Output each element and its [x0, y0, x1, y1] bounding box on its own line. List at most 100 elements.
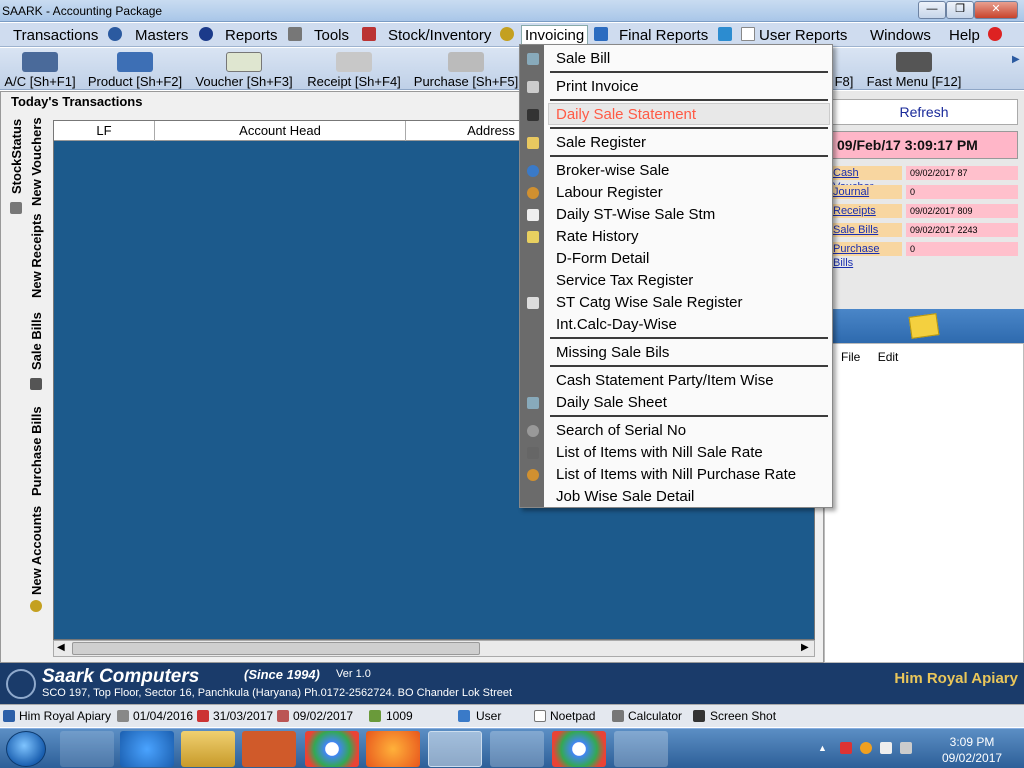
- maximize-button[interactable]: ❐: [946, 1, 974, 19]
- menu-final-reports[interactable]: Final Reports: [619, 27, 708, 44]
- cash-voucher-link[interactable]: Cash Voucher: [832, 166, 902, 193]
- receipts-link[interactable]: Receipts: [832, 204, 902, 218]
- menu-windows[interactable]: Windows: [870, 27, 931, 44]
- product-button[interactable]: Product [Sh+F2]: [86, 48, 184, 90]
- menu-help[interactable]: Help: [949, 27, 980, 44]
- status-notepad[interactable]: Noetpad: [550, 709, 595, 723]
- menu-tools[interactable]: Tools: [314, 27, 349, 44]
- taskbar-explorer-icon[interactable]: [181, 731, 235, 767]
- menuitem-nill-purchase-rate[interactable]: List of Items with Nill Purchase Rate: [556, 466, 796, 483]
- taskbar-media-icon[interactable]: [242, 731, 296, 767]
- taskbar-windows-icon[interactable]: [60, 731, 114, 767]
- menu-stock-inventory[interactable]: Stock/Inventory: [388, 27, 491, 44]
- vertical-tabs: StockStatus New Vouchers New Receipts Sa…: [5, 112, 51, 642]
- tab-new-accounts[interactable]: New Accounts: [29, 504, 44, 596]
- close-button[interactable]: ✕: [974, 1, 1018, 19]
- company-address: SCO 197, Top Floor, Sector 16, Panchkula…: [42, 687, 513, 699]
- st-wise-icon: [527, 209, 539, 221]
- help-icon: [988, 27, 1002, 41]
- menuitem-daily-sale-statement[interactable]: Daily Sale Statement: [556, 106, 696, 123]
- menuitem-sale-bill[interactable]: Sale Bill: [556, 50, 610, 67]
- status-user[interactable]: User: [476, 709, 501, 723]
- menu-transactions[interactable]: Transactions: [13, 27, 98, 44]
- notepad-edit-menu[interactable]: Edit: [878, 350, 899, 364]
- tray-arrow-icon[interactable]: ▲: [818, 743, 827, 753]
- tab-sale-bills[interactable]: Sale Bills: [29, 308, 44, 374]
- col-lf[interactable]: LF: [54, 123, 154, 138]
- voucher-button[interactable]: Voucher [Sh+F3]: [194, 48, 294, 90]
- menuitem-daily-sale-sheet[interactable]: Daily Sale Sheet: [556, 394, 667, 411]
- receipt-button[interactable]: Receipt [Sh+F4]: [305, 48, 403, 90]
- tray-volume-icon[interactable]: [900, 742, 912, 754]
- journal-link[interactable]: Journal: [832, 185, 902, 199]
- taskbar-calculator-icon[interactable]: [490, 731, 544, 767]
- minimize-button[interactable]: —: [918, 1, 946, 19]
- tab-new-vouchers[interactable]: New Vouchers: [29, 114, 44, 210]
- menuitem-cash-statement-party-item-wise[interactable]: Cash Statement Party/Item Wise: [556, 372, 774, 389]
- scroll-right-arrow[interactable]: ▶: [801, 642, 809, 653]
- taskbar-control-panel-icon[interactable]: [614, 731, 668, 767]
- broker-icon: [527, 165, 539, 177]
- menuitem-d-form-detail[interactable]: D-Form Detail: [556, 250, 649, 267]
- menu-reports[interactable]: Reports: [225, 27, 278, 44]
- section-title: Today's Transactions: [11, 94, 143, 109]
- menuitem-int-calc-day-wise[interactable]: Int.Calc-Day-Wise: [556, 316, 677, 333]
- accounts-icon: [30, 600, 42, 612]
- menuitem-print-invoice[interactable]: Print Invoice: [556, 78, 639, 95]
- sale-bills-link[interactable]: Sale Bills: [832, 223, 902, 237]
- menuitem-broker-wise-sale[interactable]: Broker-wise Sale: [556, 162, 669, 179]
- menu-user-reports[interactable]: User Reports: [759, 27, 847, 44]
- menuitem-search-of-serial-no[interactable]: Search of Serial No: [556, 422, 686, 439]
- status-screenshot[interactable]: Screen Shot: [710, 709, 776, 723]
- labour-icon: [527, 187, 539, 199]
- toolbar-f8-button[interactable]: F8]: [832, 48, 856, 90]
- product-label: Product [Sh+F2]: [87, 74, 183, 89]
- menuitem-daily-st-wise-sale-stm[interactable]: Daily ST-Wise Sale Stm: [556, 206, 715, 223]
- stock-icon: [10, 202, 22, 214]
- menuitem-missing-sale-bils[interactable]: Missing Sale Bils: [556, 344, 669, 361]
- current-datetime: 09/Feb/17 3:09:17 PM: [830, 131, 1018, 159]
- calculator-icon: [288, 27, 302, 41]
- menuitem-rate-history[interactable]: Rate History: [556, 228, 639, 245]
- fast-menu-button[interactable]: Fast Menu [F12]: [864, 48, 964, 90]
- tray-update-icon[interactable]: [860, 742, 872, 754]
- menuitem-st-catg-wise-sale-register[interactable]: ST Catg Wise Sale Register: [556, 294, 742, 311]
- menuitem-sale-register[interactable]: Sale Register: [556, 134, 646, 151]
- taskbar-firefox-icon[interactable]: [366, 731, 420, 767]
- receipt-icon: [336, 52, 372, 72]
- clock[interactable]: 3:09 PM 09/02/2017: [942, 734, 1002, 766]
- menuitem-nill-sale-rate[interactable]: List of Items with Nill Sale Rate: [556, 444, 763, 461]
- tab-new-receipts[interactable]: New Receipts: [29, 212, 44, 300]
- notepad-file-menu[interactable]: File: [841, 350, 860, 364]
- menuitem-labour-register[interactable]: Labour Register: [556, 184, 663, 201]
- tab-stock-status[interactable]: StockStatus: [9, 114, 24, 198]
- account-button[interactable]: A/C [Sh+F1]: [4, 48, 76, 90]
- notepad-area[interactable]: File Edit: [824, 343, 1024, 663]
- taskbar-saark-icon[interactable]: [428, 731, 482, 767]
- taskbar-ie-icon[interactable]: [120, 731, 174, 767]
- purchase-bills-link[interactable]: Purchase Bills: [832, 242, 902, 269]
- scroll-left-arrow[interactable]: ◀: [57, 642, 65, 653]
- list-icon: [527, 447, 539, 459]
- purchase-rate-icon: [527, 469, 539, 481]
- tab-purchase-bills[interactable]: Purchase Bills: [29, 400, 44, 502]
- taskbar-chrome-icon[interactable]: [305, 731, 359, 767]
- account-icon: [22, 52, 58, 72]
- toolbar-scroll-arrow[interactable]: ▶: [1012, 54, 1020, 65]
- scrollbar-thumb[interactable]: [72, 642, 480, 655]
- horizontal-scrollbar[interactable]: ◀ ▶: [53, 640, 815, 657]
- status-calculator[interactable]: Calculator: [628, 709, 682, 723]
- toolbar-f8-label: F8]: [834, 74, 854, 89]
- menu-masters[interactable]: Masters: [135, 27, 188, 44]
- menuitem-service-tax-register[interactable]: Service Tax Register: [556, 272, 693, 289]
- invoicing-icon: [500, 27, 514, 41]
- col-account-head[interactable]: Account Head: [155, 123, 405, 138]
- tools-icon: [362, 27, 376, 41]
- tray-flag-icon[interactable]: [840, 742, 852, 754]
- taskbar-chrome2-icon[interactable]: [552, 731, 606, 767]
- menuitem-job-wise-sale-detail[interactable]: Job Wise Sale Detail: [556, 488, 694, 505]
- purchase-button[interactable]: Purchase [Sh+F5]: [413, 48, 519, 90]
- start-button[interactable]: [6, 731, 46, 767]
- tray-network-icon[interactable]: [880, 742, 892, 754]
- refresh-button[interactable]: Refresh: [830, 99, 1018, 125]
